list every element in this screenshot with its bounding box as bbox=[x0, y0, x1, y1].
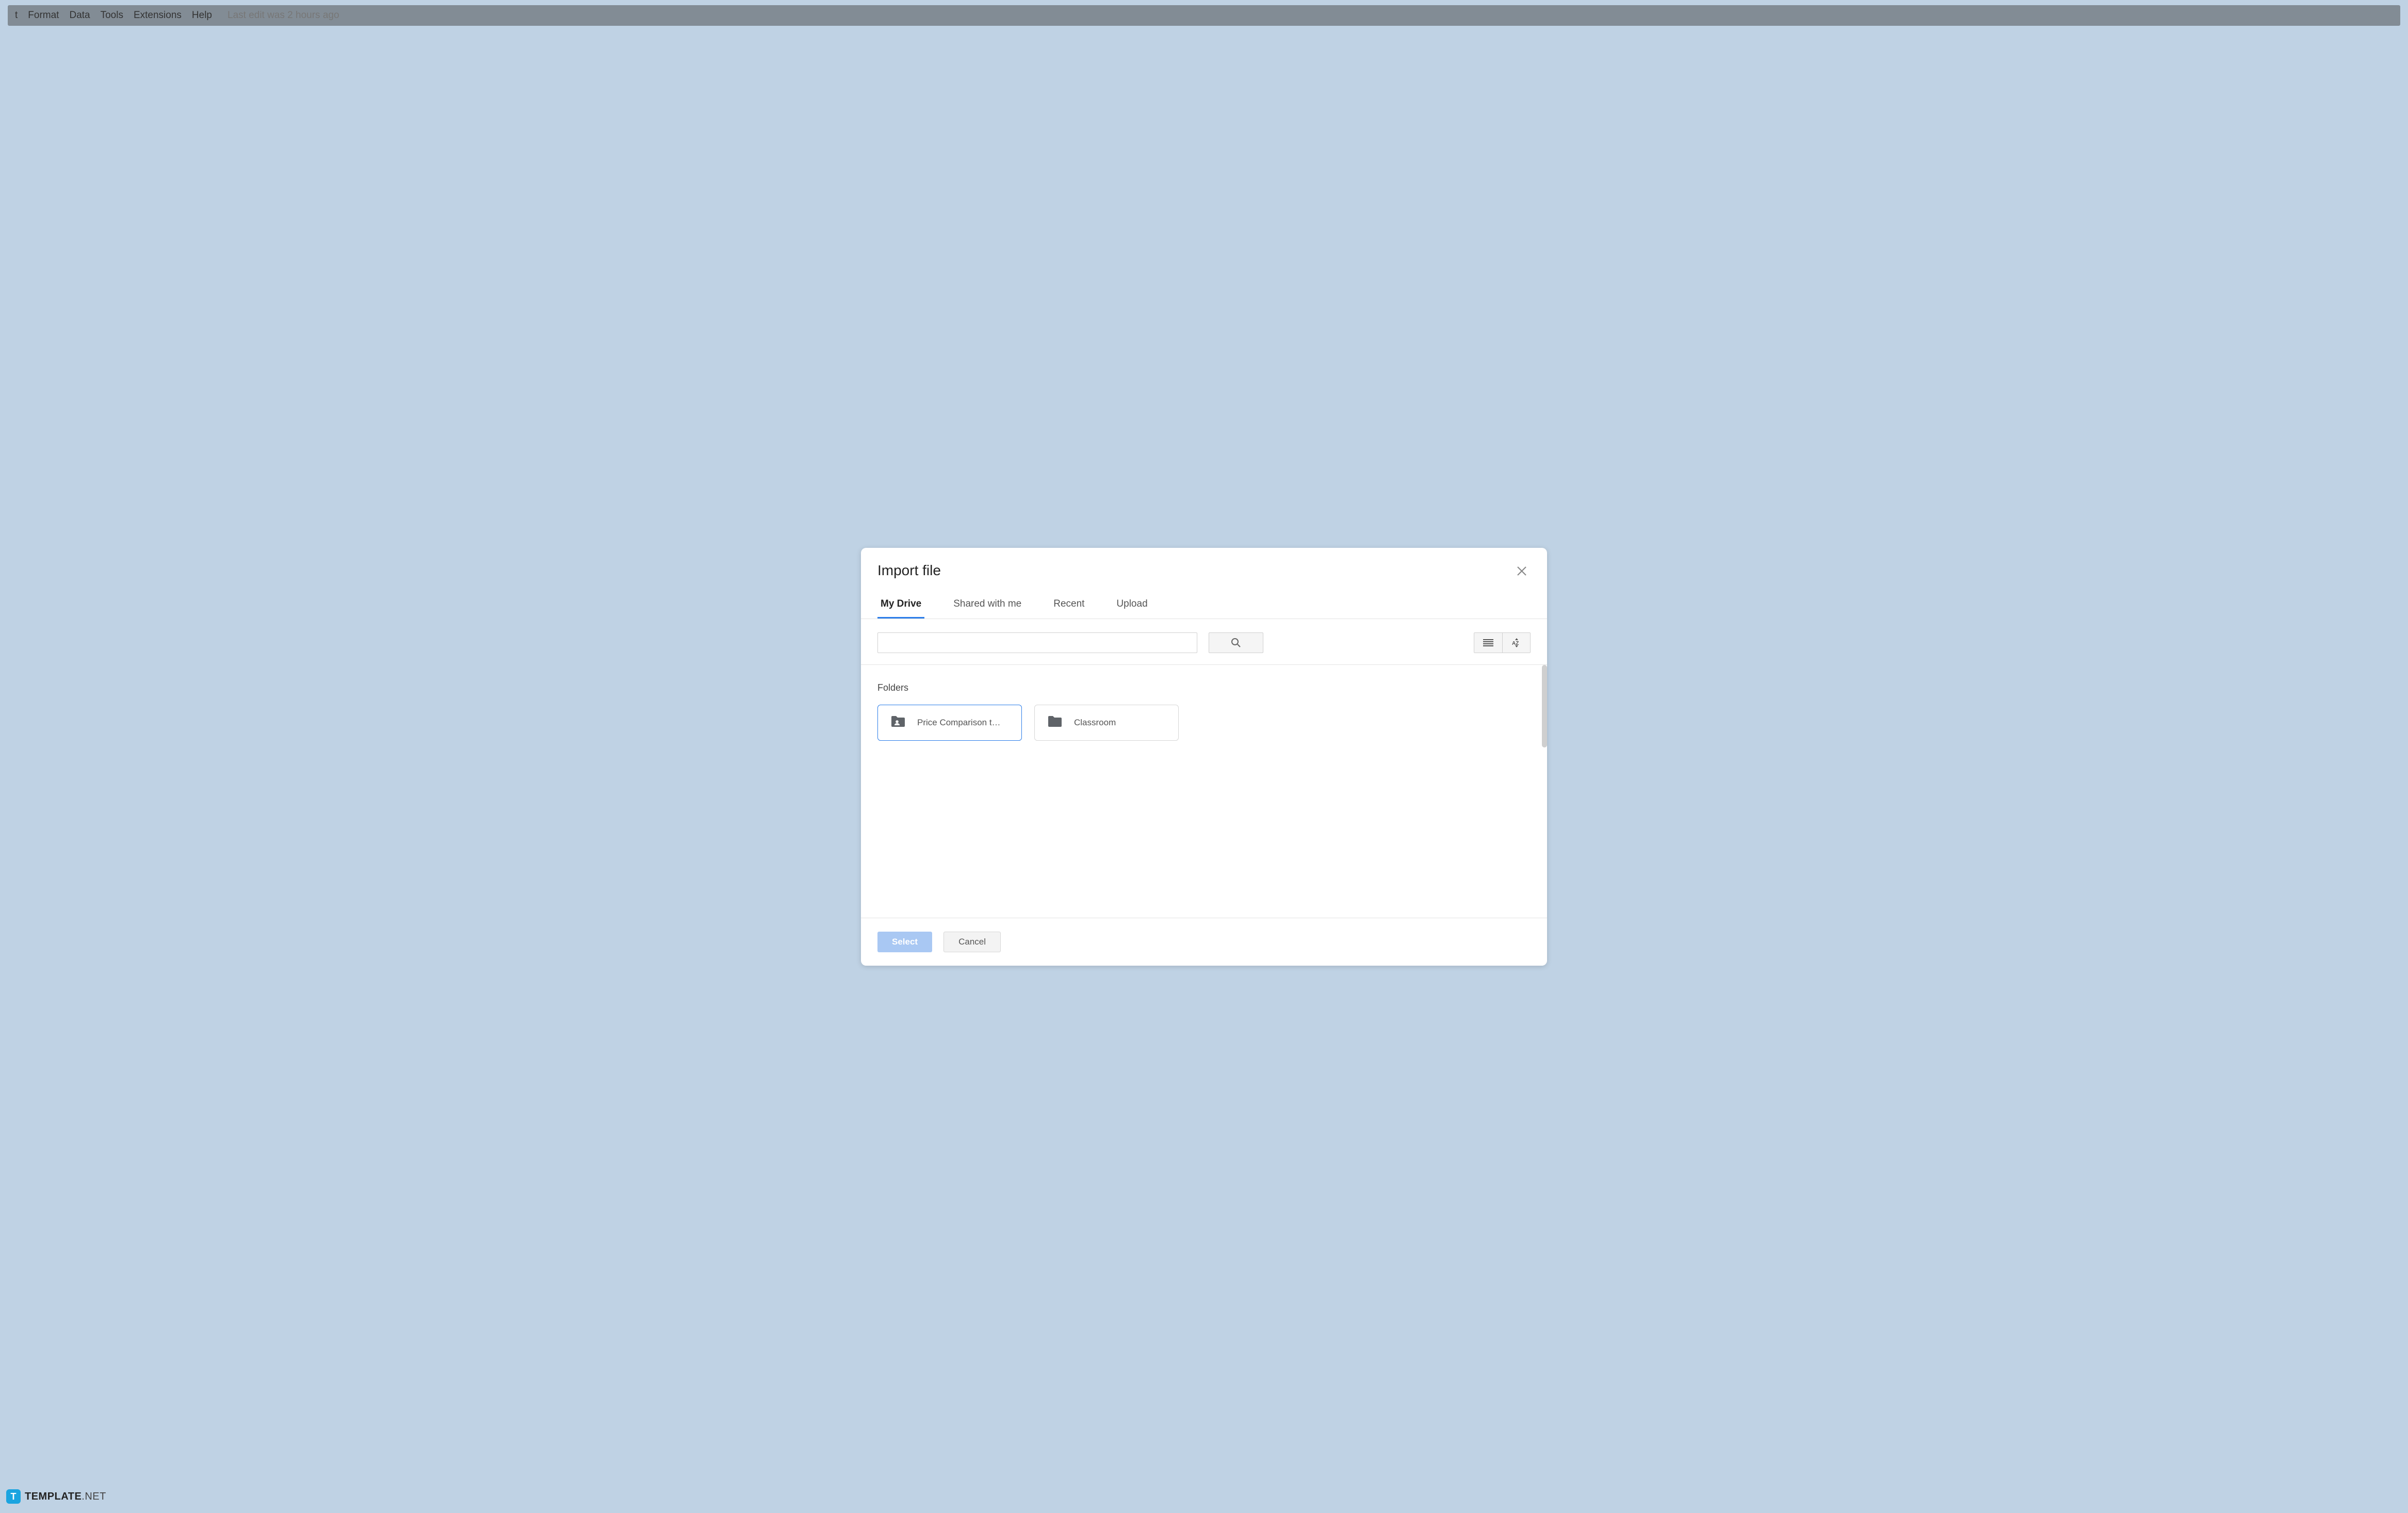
folder-item[interactable]: Price Comparison t… bbox=[877, 705, 1022, 741]
list-icon bbox=[1483, 639, 1494, 647]
folder-icon bbox=[1047, 714, 1063, 730]
cancel-button[interactable]: Cancel bbox=[943, 932, 1001, 952]
background-menubar: t Format Data Tools Extensions Help Last… bbox=[8, 5, 2400, 26]
menu-item: Extensions bbox=[134, 10, 182, 21]
watermark-suffix: .NET bbox=[82, 1491, 106, 1502]
folder-name: Price Comparison t… bbox=[917, 718, 1001, 728]
content-area: Folders Price Comparison t… bbox=[861, 665, 1547, 918]
menu-item: Tools bbox=[101, 10, 123, 21]
folders-grid: Price Comparison t… Classroom bbox=[877, 705, 1531, 741]
search-icon bbox=[1231, 638, 1241, 648]
dialog-title: Import file bbox=[877, 562, 941, 579]
tab-upload[interactable]: Upload bbox=[1113, 592, 1150, 619]
menu-item: Format bbox=[28, 10, 59, 21]
watermark-brand: TEMPLATE bbox=[25, 1491, 82, 1502]
last-edit-label: Last edit was 2 hours ago bbox=[227, 10, 339, 21]
watermark: T TEMPLATE.NET bbox=[6, 1489, 106, 1504]
watermark-text: TEMPLATE.NET bbox=[25, 1491, 106, 1503]
sort-button[interactable]: AZ bbox=[1502, 633, 1530, 653]
tab-my-drive[interactable]: My Drive bbox=[877, 592, 924, 619]
scrollbar[interactable] bbox=[1542, 665, 1547, 747]
tab-recent[interactable]: Recent bbox=[1050, 592, 1087, 619]
folder-item[interactable]: Classroom bbox=[1034, 705, 1179, 741]
tabs: My Drive Shared with me Recent Upload bbox=[861, 592, 1547, 619]
select-button[interactable]: Select bbox=[877, 932, 932, 952]
menu-item: Help bbox=[192, 10, 212, 21]
menu-item: t bbox=[15, 10, 18, 21]
watermark-badge: T bbox=[6, 1489, 21, 1504]
tab-shared-with-me[interactable]: Shared with me bbox=[950, 592, 1024, 619]
folder-name: Classroom bbox=[1074, 718, 1116, 728]
dialog-footer: Select Cancel bbox=[861, 918, 1547, 966]
import-file-dialog: Import file My Drive Shared with me Rece… bbox=[861, 548, 1547, 966]
search-row: AZ bbox=[861, 619, 1547, 665]
folders-section-label: Folders bbox=[877, 682, 1531, 693]
search-input[interactable] bbox=[877, 632, 1197, 653]
list-view-button[interactable] bbox=[1474, 633, 1502, 653]
dialog-header: Import file bbox=[861, 548, 1547, 592]
close-button[interactable] bbox=[1513, 562, 1531, 580]
shared-folder-icon bbox=[890, 714, 906, 730]
close-icon bbox=[1517, 566, 1526, 576]
sort-az-icon: AZ bbox=[1511, 638, 1522, 647]
search-button[interactable] bbox=[1209, 632, 1263, 653]
menu-item: Data bbox=[69, 10, 90, 21]
view-controls: AZ bbox=[1474, 632, 1531, 653]
